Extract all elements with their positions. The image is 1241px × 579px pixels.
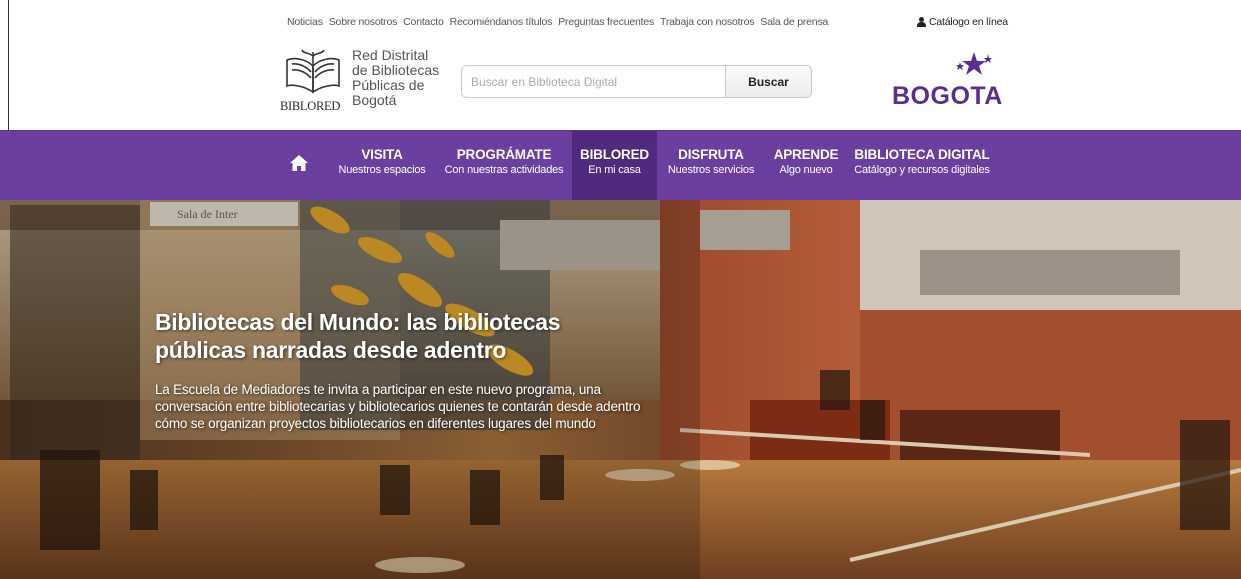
top-link-trabaja[interactable]: Trabaja con nosotros (660, 16, 754, 28)
nav-title: PROGRÁMATE (456, 147, 552, 162)
biblored-logo[interactable]: BIBLORED Red Distrital de Bibliotecas Pú… (280, 48, 439, 114)
hero-description: La Escuela de Mediadores te invita a par… (155, 382, 641, 431)
catalog-link-label: Catálogo en línea (929, 16, 1008, 28)
nav-subtitle: En mi casa (588, 164, 641, 176)
logo-text: Red Distrital de Bibliotecas Públicas de… (352, 48, 439, 108)
nav-title: APRENDE (773, 147, 839, 162)
book-tree-icon (286, 49, 340, 94)
hero-sign-text: Sala de Inter (177, 207, 238, 221)
search-button[interactable]: Buscar (725, 66, 811, 97)
nav-subtitle: Nuestros servicios (667, 164, 755, 176)
nav-subtitle: Algo nuevo (779, 164, 833, 176)
nav-item-biblioteca-digital[interactable]: BIBLIOTECA DIGITAL Catálogo y recursos d… (852, 131, 992, 201)
logo-mark: BIBLORED (280, 48, 346, 114)
nav-title: DISFRUTA (678, 147, 744, 162)
nav-subtitle: Nuestros espacios (338, 164, 426, 176)
top-link-sobre-nosotros[interactable]: Sobre nosotros (329, 16, 398, 28)
nav-title: BIBLORED (580, 147, 649, 162)
top-link-noticias[interactable]: Noticias (287, 16, 323, 28)
hero-title[interactable]: Bibliotecas del Mundo: las bibliotecas p… (155, 308, 635, 364)
nav-title: VISITA (361, 147, 403, 162)
bogota-logo[interactable]: BOGOTA (892, 52, 1002, 114)
nav-title: BIBLIOTECA DIGITAL (854, 147, 990, 162)
logo-line-4: Bogotá (352, 92, 397, 108)
bogota-wordmark: BOGOTA (892, 82, 1003, 110)
top-link-recomiendanos[interactable]: Recomiéndanos títulos (450, 16, 553, 28)
search-bar: Buscar (461, 65, 812, 98)
nav-item-biblored[interactable]: BIBLORED En mi casa (572, 131, 657, 201)
logo-wordmark: BIBLORED (280, 99, 341, 113)
logo-line-1: Red Distrital (352, 47, 429, 63)
nav-item-disfruta[interactable]: DISFRUTA Nuestros servicios (665, 131, 757, 201)
user-icon (917, 17, 926, 27)
nav-item-programate[interactable]: PROGRÁMATE Con nuestras actividades (444, 131, 564, 201)
top-link-sala-prensa[interactable]: Sala de prensa (760, 16, 828, 28)
logo-line-2: de Bibliotecas (352, 62, 440, 78)
search-input[interactable] (462, 66, 725, 97)
nav-item-visita[interactable]: VISITA Nuestros espacios (336, 131, 428, 201)
home-icon[interactable] (290, 155, 308, 171)
nav-item-aprende[interactable]: APRENDE Algo nuevo (768, 131, 844, 201)
main-nav: VISITA Nuestros espacios PROGRÁMATE Con … (0, 130, 1241, 201)
catalog-link[interactable]: Catálogo en línea (917, 16, 1008, 28)
hero-banner[interactable]: Sala de Inter Bibliotecas del Mundo: las… (0, 200, 1241, 579)
top-link-contacto[interactable]: Contacto (403, 16, 444, 28)
logo-line-3: Públicas de (352, 77, 425, 93)
hero-title-line-1: Bibliotecas del Mundo: las bibliotecas (155, 309, 561, 335)
nav-subtitle: Catálogo y recursos digitales (854, 164, 990, 176)
page-left-edge (8, 0, 9, 130)
top-link-preguntas[interactable]: Preguntas frecuentes (558, 16, 654, 28)
nav-subtitle: Con nuestras actividades (444, 164, 564, 176)
hero-title-line-2: públicas narradas desde adentro (155, 337, 507, 363)
top-links-bar: Noticias Sobre nosotros Contacto Recomié… (287, 16, 828, 28)
